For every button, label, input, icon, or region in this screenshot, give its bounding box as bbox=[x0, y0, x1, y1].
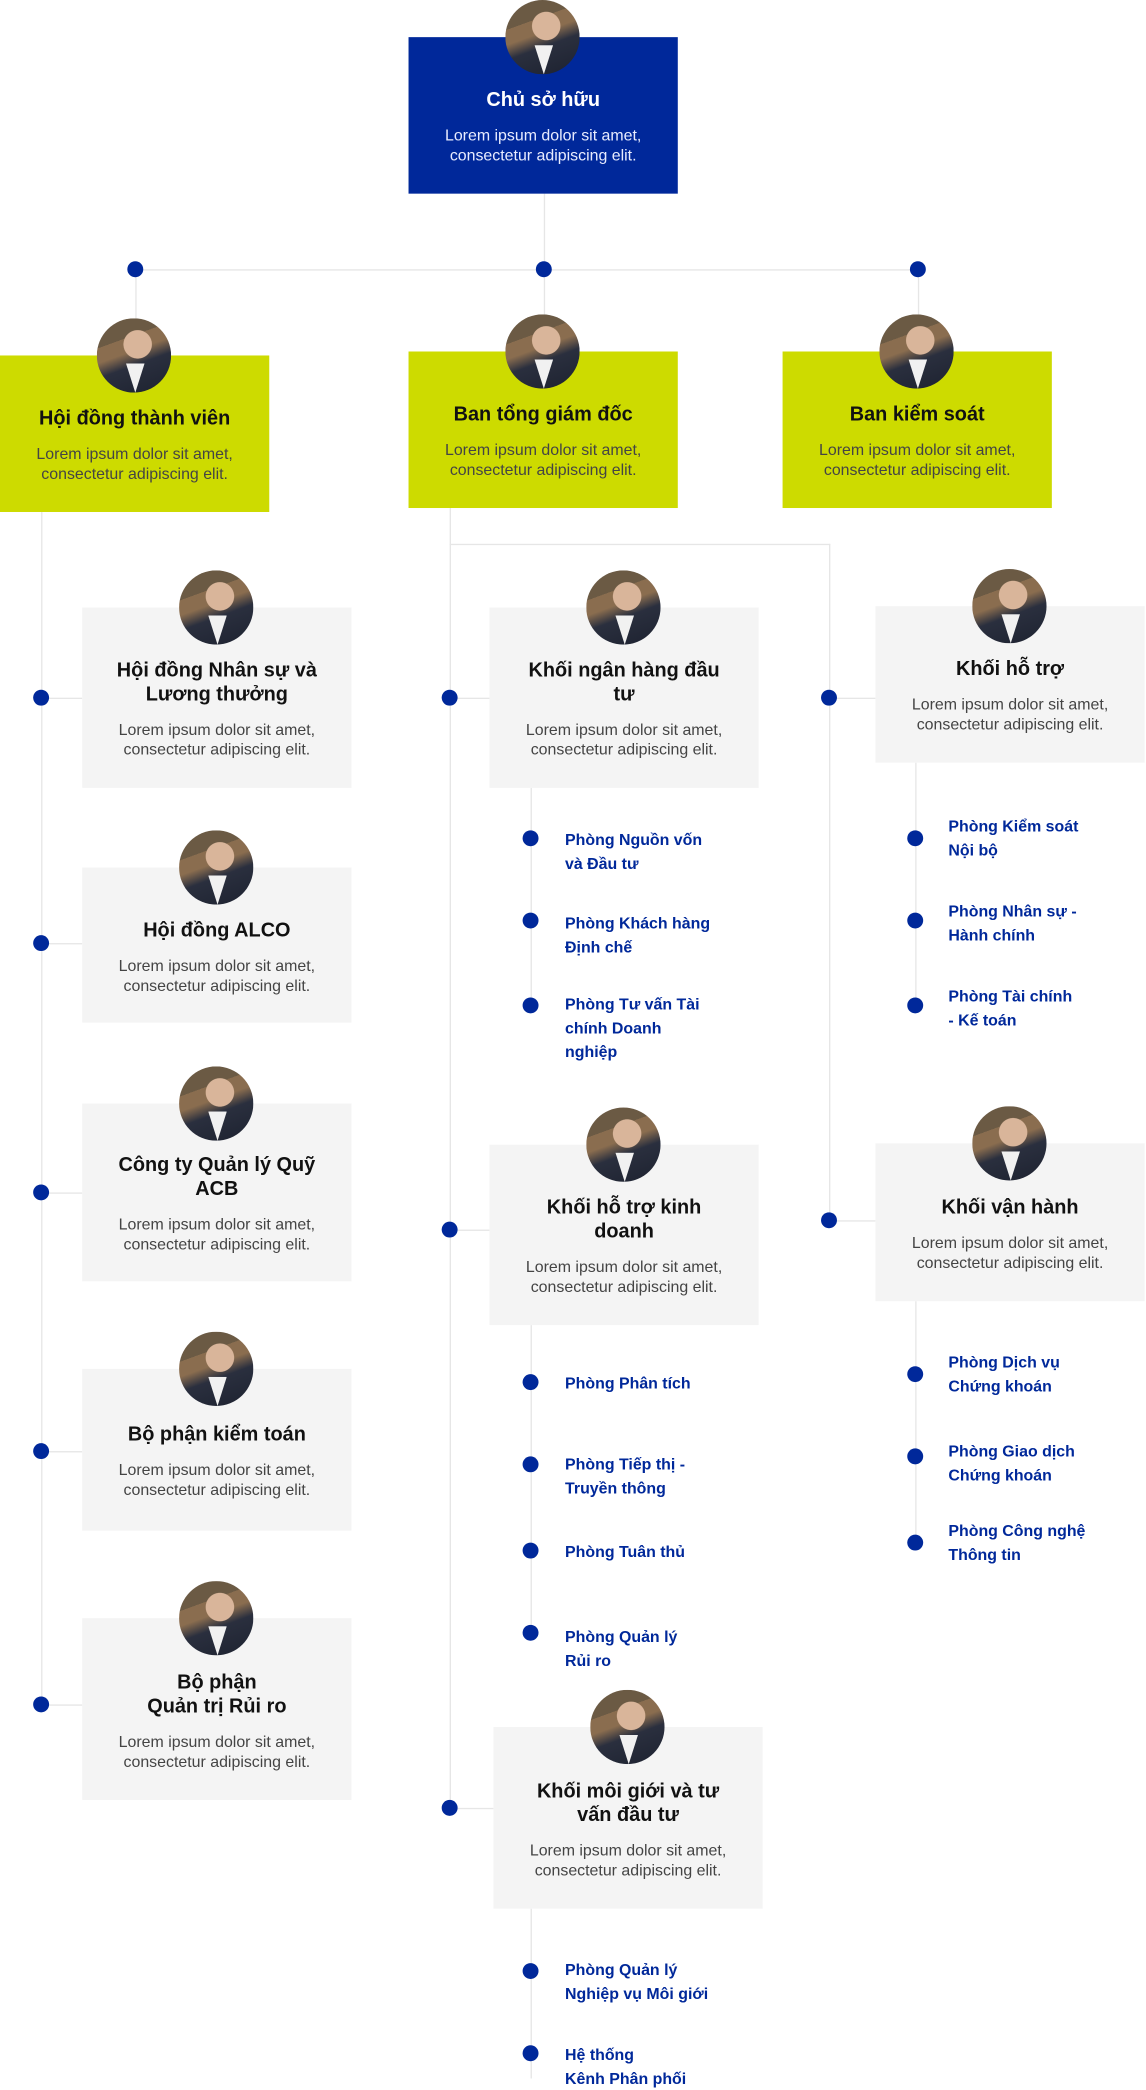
node-dot bbox=[907, 1448, 924, 1465]
card-title: Công ty Quản lý Quỹ ACB bbox=[118, 1153, 316, 1201]
department-link[interactable]: Phòng Tư vấn Tài chính Doanh nghiệp bbox=[565, 992, 699, 1064]
card-description: Lorem ipsum dolor sit amet, consectetur … bbox=[911, 1232, 1109, 1272]
node-dot bbox=[522, 1542, 539, 1559]
department-link[interactable]: Phòng Tuân thủ bbox=[565, 1540, 685, 1564]
card-title: Hội đồng ALCO bbox=[143, 918, 291, 942]
department-link[interactable]: Phòng Tài chính - Kế toán bbox=[948, 984, 1072, 1032]
connector-line bbox=[530, 787, 532, 1007]
node-dot bbox=[441, 1221, 458, 1238]
node-dot bbox=[907, 997, 924, 1014]
node-dot bbox=[907, 1534, 924, 1551]
node-dot bbox=[907, 830, 924, 847]
node-dot bbox=[522, 912, 539, 929]
department-link[interactable]: Phòng Giao dịch Chứng khoán bbox=[948, 1439, 1074, 1487]
department-link[interactable]: Phòng Nhân sự - Hành chính bbox=[948, 899, 1076, 947]
department-link[interactable]: Phòng Nguồn vốn và Đầu tư bbox=[565, 828, 702, 876]
node-dot bbox=[522, 1624, 539, 1641]
node-dot bbox=[907, 912, 924, 929]
node-dot bbox=[522, 1374, 539, 1391]
card-description: Lorem ipsum dolor sit amet, consectetur … bbox=[118, 1460, 316, 1499]
connector-line bbox=[915, 762, 917, 1007]
avatar-photo bbox=[586, 570, 661, 645]
department-link[interactable]: Phòng Kiểm soát Nội bộ bbox=[948, 814, 1078, 862]
avatar-photo bbox=[879, 314, 954, 389]
connector-line bbox=[543, 193, 546, 270]
node-dot bbox=[522, 2045, 539, 2062]
card-description: Lorem ipsum dolor sit amet, consectetur … bbox=[819, 440, 1016, 479]
avatar-photo bbox=[586, 1107, 661, 1182]
card-title: Ban kiểm soát bbox=[849, 403, 985, 426]
card-description: Lorem ipsum dolor sit amet, consectetur … bbox=[118, 1214, 316, 1254]
card-title: Chủ sở hữu bbox=[486, 88, 600, 112]
department-link[interactable]: Phòng Phân tích bbox=[565, 1371, 691, 1395]
node-dot bbox=[33, 935, 50, 952]
department-link[interactable]: Phòng Tiếp thị - Truyền thông bbox=[565, 1452, 685, 1500]
card-title: Hội đồng thành viên bbox=[39, 407, 231, 430]
avatar-photo bbox=[179, 1331, 254, 1406]
card-title: Ban tổng giám đốc bbox=[453, 403, 633, 426]
card-description: Lorem ipsum dolor sit amet, consectetur … bbox=[911, 695, 1109, 734]
card-description: Lorem ipsum dolor sit amet, consectetur … bbox=[118, 720, 316, 759]
avatar-photo bbox=[505, 0, 580, 75]
card-title: Khối vận hành bbox=[941, 1195, 1079, 1219]
card-title: Hội đồng Nhân sự và Lương thưởng bbox=[116, 659, 317, 706]
card-title: Khối hỗ trợ bbox=[956, 657, 1065, 681]
department-link[interactable]: Phòng Quản lý Rủi ro bbox=[565, 1625, 677, 1673]
node-dot bbox=[821, 689, 837, 706]
node-dot bbox=[535, 261, 552, 278]
avatar-photo bbox=[972, 569, 1047, 644]
connector-line bbox=[829, 543, 831, 1222]
avatar-photo bbox=[179, 1581, 254, 1656]
avatar-photo bbox=[179, 830, 254, 905]
department-link[interactable]: Phòng Dịch vụ Chứng khoán bbox=[948, 1350, 1059, 1398]
card-description: Lorem ipsum dolor sit amet, consectetur … bbox=[444, 440, 642, 479]
connector-line bbox=[449, 543, 831, 546]
node-dot bbox=[441, 689, 458, 706]
node-dot bbox=[522, 1963, 539, 1979]
node-dot bbox=[522, 997, 539, 1014]
node-dot bbox=[821, 1212, 837, 1229]
card-description: Lorem ipsum dolor sit amet, consectetur … bbox=[525, 1257, 723, 1296]
avatar-photo bbox=[179, 1066, 254, 1141]
node-dot bbox=[127, 261, 144, 278]
node-dot bbox=[33, 689, 50, 706]
node-dot bbox=[441, 1799, 458, 1816]
department-link[interactable]: Hệ thống Kênh Phân phối bbox=[565, 2043, 686, 2090]
avatar-photo bbox=[972, 1106, 1047, 1181]
avatar-photo bbox=[96, 318, 172, 393]
node-dot bbox=[909, 261, 926, 278]
connector-line bbox=[135, 269, 918, 271]
department-link[interactable]: Phòng Khách hàng Định chế bbox=[565, 911, 710, 959]
card-title: Khối hỗ trợ kinh doanh bbox=[546, 1196, 702, 1243]
avatar-photo bbox=[505, 314, 580, 389]
connector-line bbox=[530, 1325, 532, 1635]
card-description: Lorem ipsum dolor sit amet, consectetur … bbox=[118, 1731, 316, 1771]
card-description: Lorem ipsum dolor sit amet, consectetur … bbox=[444, 126, 642, 165]
card-description: Lorem ipsum dolor sit amet, consectetur … bbox=[36, 444, 233, 483]
card-title: Khối ngân hàng đầu tư bbox=[528, 659, 720, 706]
card-title: Bộ phận Quản trị Rủi ro bbox=[147, 1670, 287, 1718]
node-dot bbox=[33, 1184, 50, 1201]
node-dot bbox=[522, 830, 539, 847]
card-description: Lorem ipsum dolor sit amet, consectetur … bbox=[529, 1840, 727, 1879]
avatar-photo bbox=[179, 570, 254, 645]
node-dot bbox=[33, 1443, 50, 1460]
org-chart: Chủ sở hữu Lorem ipsum dolor sit amet, co… bbox=[0, 0, 1146, 2088]
connector-line bbox=[915, 1301, 917, 1544]
node-dot bbox=[522, 1456, 539, 1473]
department-link[interactable]: Phòng Quản lý Nghiệp vụ Môi giới bbox=[565, 1958, 708, 2006]
card-title: Khối môi giới và tư vấn đầu tư bbox=[536, 1779, 720, 1826]
avatar-photo bbox=[590, 1689, 665, 1765]
card-description: Lorem ipsum dolor sit amet, consectetur … bbox=[525, 720, 723, 759]
card-description: Lorem ipsum dolor sit amet, consectetur … bbox=[118, 955, 316, 995]
card-title: Bộ phận kiểm toán bbox=[127, 1423, 306, 1446]
department-link[interactable]: Phòng Công nghệ Thông tin bbox=[948, 1519, 1085, 1567]
node-dot bbox=[907, 1366, 924, 1383]
node-dot bbox=[33, 1696, 50, 1713]
